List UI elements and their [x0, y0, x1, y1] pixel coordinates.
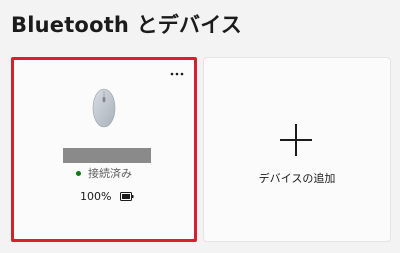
battery-percent: 100%: [80, 190, 112, 203]
bluetooth-devices-page: Bluetooth とデバイス 接続済み 100% デバイスの追加: [0, 0, 400, 253]
battery-icon: [120, 192, 134, 201]
more-horizontal-icon: [170, 72, 184, 76]
status-label: 接続済み: [88, 167, 132, 180]
status-dot-icon: [76, 170, 81, 176]
more-options-button[interactable]: [168, 66, 186, 82]
connection-status: 接続済み: [76, 165, 132, 181]
mouse-icon: [92, 88, 116, 128]
add-device-card[interactable]: デバイスの追加: [203, 57, 391, 242]
plus-icon: [280, 124, 312, 156]
add-device-label: デバイスの追加: [258, 172, 336, 185]
page-title: Bluetooth とデバイス: [11, 13, 242, 37]
device-card[interactable]: 接続済み 100%: [11, 57, 197, 242]
device-name-redacted: [63, 148, 151, 163]
battery-status: 100%: [80, 190, 134, 203]
